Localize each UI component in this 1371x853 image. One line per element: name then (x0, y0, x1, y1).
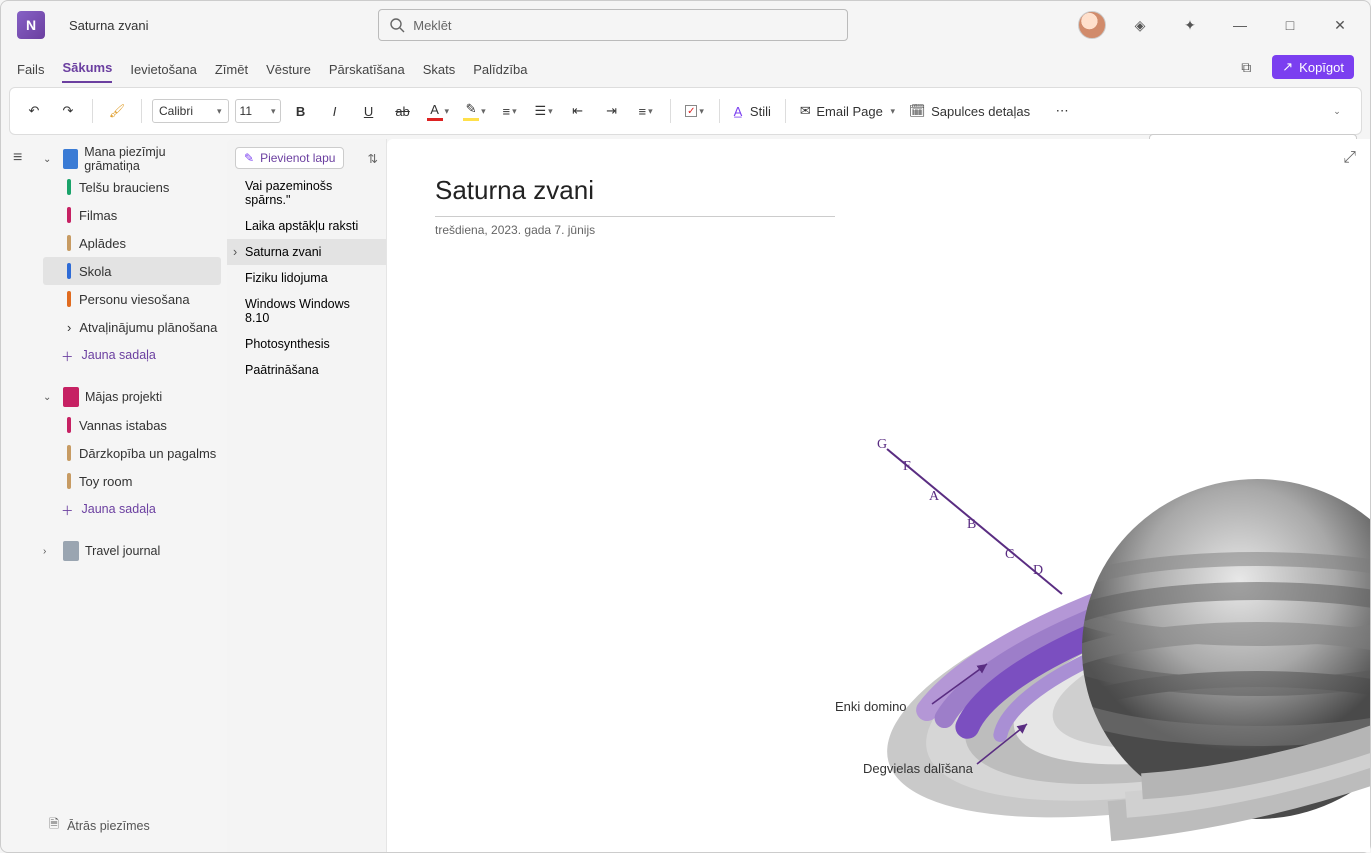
section-row[interactable]: Filmas (43, 201, 221, 229)
page-title[interactable]: Saturna zvani (435, 175, 1322, 206)
page-row[interactable]: Fiziku lidojuma (227, 265, 386, 291)
ring-label: B (967, 517, 976, 533)
title-bar: N Saturna zvani Meklēt ◈ ✦ — □ ✕ (1, 1, 1370, 49)
ring-label: D (1033, 563, 1043, 579)
search-icon (389, 17, 405, 33)
section-row[interactable]: Vannas istabas (43, 411, 221, 439)
page-canvas[interactable]: ⤢ Saturna zvani trešdiena, 2023. gada 7.… (387, 139, 1370, 852)
chevron-down-icon: ⌄ (43, 154, 57, 165)
ring-label: F (903, 459, 911, 475)
highlight-button[interactable]: ✎▾ (459, 97, 490, 125)
page-row[interactable]: Laika apstākļu raksti (227, 213, 386, 239)
hamburger-button[interactable]: ≡ (13, 149, 37, 167)
plus-icon: ＋ (61, 346, 74, 365)
font-size-selector[interactable]: 11▾ (235, 99, 281, 123)
chevron-down-icon: ⌄ (43, 392, 57, 403)
copy-icon[interactable]: ⧉ (1230, 51, 1262, 83)
redo-button[interactable]: ↷ (54, 97, 82, 125)
sparkle-icon[interactable]: ✦ (1174, 9, 1206, 41)
ring-label: G (877, 437, 887, 453)
underline-button[interactable]: U (355, 97, 383, 125)
ribbon-collapse-button[interactable]: ⌄ (1323, 97, 1351, 125)
tab-history[interactable]: Vēsture (266, 62, 311, 83)
tab-insert[interactable]: Ievietošana (130, 62, 197, 83)
annotation-text: Degvielas dalīšana (863, 761, 973, 776)
ring-label: C (1005, 547, 1014, 563)
plus-icon: ＋ (61, 500, 74, 519)
notebook-row[interactable]: ⌄ Mana piezīmju grāmatiņa (37, 145, 227, 173)
section-row[interactable]: Telšu brauciens (43, 173, 221, 201)
page-row[interactable]: Photosynthesis (227, 331, 386, 357)
window-minimize[interactable]: — (1224, 9, 1256, 41)
share-button[interactable]: ↗ Kopīgot (1272, 55, 1354, 79)
page-date: trešdiena, 2023. gada 7. jūnijs (435, 223, 1322, 237)
window-close[interactable]: ✕ (1324, 9, 1356, 41)
indent-button[interactable]: ⇥ (598, 97, 626, 125)
window-maximize[interactable]: □ (1274, 9, 1306, 41)
add-page-button[interactable]: ✎ Pievienot lapu (235, 147, 344, 169)
email-page-button[interactable]: ✉ Email Page ▾ (796, 97, 899, 125)
align-button[interactable]: ≡▾ (632, 97, 660, 125)
tab-view[interactable]: Skats (423, 62, 456, 83)
chevron-right-icon: › (67, 320, 71, 335)
todo-tag-button[interactable]: ✓▾ (681, 97, 709, 125)
font-selector[interactable]: Calibri▾ (152, 99, 229, 123)
avatar[interactable] (1078, 11, 1106, 39)
page-row[interactable]: Windows Windows 8.10 (227, 291, 386, 331)
expand-icon[interactable]: ⤢ (1343, 149, 1356, 167)
section-row[interactable]: Dārzkopība un pagalms (43, 439, 221, 467)
page-row[interactable]: Saturna zvani (227, 239, 386, 265)
page-row[interactable]: Vai pazeminošs spārns." (227, 173, 386, 213)
more-commands-button[interactable]: ⋯ (1048, 97, 1076, 125)
sort-icon[interactable]: ⇅ (368, 151, 378, 166)
notebook-row[interactable]: ⌄ Mājas projekti (37, 383, 227, 411)
note-icon: 🗎 (49, 815, 59, 836)
saturn-illustration: G F A B C D Enki domino Degvielas dalīša… (817, 419, 1370, 852)
font-color-button[interactable]: A▾ (423, 97, 454, 125)
section-group-row[interactable]: ›Atvaļinājumu plānošana (43, 313, 221, 341)
app-icon: N (17, 11, 45, 39)
italic-button[interactable]: I (321, 97, 349, 125)
tab-review[interactable]: Pārskatīšana (329, 62, 405, 83)
menu-bar: Fails Sākums Ievietošana Zīmēt Vēsture P… (1, 49, 1370, 83)
section-row[interactable]: Toy room (43, 467, 221, 495)
outdent-button[interactable]: ⇤ (564, 97, 592, 125)
tab-file[interactable]: Fails (17, 62, 44, 83)
quick-notes-button[interactable]: 🗎 Ātrās piezīmes (37, 804, 227, 846)
document-title: Saturna zvani (69, 18, 149, 33)
share-icon: ↗ (1282, 59, 1293, 75)
bullets-button[interactable]: ≡▾ (496, 97, 524, 125)
add-section-button[interactable]: ＋Jauna sadaļa (37, 495, 227, 523)
section-row[interactable]: Skola (43, 257, 221, 285)
undo-button[interactable]: ↶ (20, 97, 48, 125)
notebook-row[interactable]: › Travel journal (37, 537, 227, 565)
ribbon: ↶ ↷ 🖌 Calibri▾ 11▾ B I U ab A▾ ✎▾ ≡▾ ☰▾ … (9, 87, 1362, 135)
compose-icon: ✎ (244, 151, 254, 165)
strikethrough-button[interactable]: ab (389, 97, 417, 125)
tab-help[interactable]: Palīdzība (473, 62, 527, 83)
notebook-sidebar: ⌄ Mana piezīmju grāmatiņa Telšu braucien… (37, 139, 227, 852)
numbering-button[interactable]: ☰▾ (530, 97, 558, 125)
share-label: Kopīgot (1299, 60, 1344, 75)
tab-draw[interactable]: Zīmēt (215, 62, 248, 83)
page-row[interactable]: Paātrināšana (227, 357, 386, 383)
bold-button[interactable]: B (287, 97, 315, 125)
ring-label: A (929, 489, 939, 505)
annotation-text: Enki domino (835, 699, 907, 714)
add-section-button[interactable]: ＋Jauna sadaļa (37, 341, 227, 369)
section-row[interactable]: Aplādes (43, 229, 221, 257)
chevron-right-icon: › (43, 546, 57, 557)
search-input[interactable]: Meklēt (378, 9, 848, 41)
meeting-details-button[interactable]: 🗓 Sapulces detaļas (905, 97, 1034, 125)
format-painter-button[interactable]: 🖌 (103, 97, 131, 125)
styles-button[interactable]: A̲ Stili (730, 97, 775, 125)
search-placeholder: Meklēt (413, 18, 451, 33)
tab-home[interactable]: Sākums (62, 60, 112, 83)
premium-icon[interactable]: ◈ (1124, 9, 1156, 41)
section-row[interactable]: Personu viesošana (43, 285, 221, 313)
page-list: ✎ Pievienot lapu ⇅ Vai pazeminošs spārns… (227, 139, 387, 852)
